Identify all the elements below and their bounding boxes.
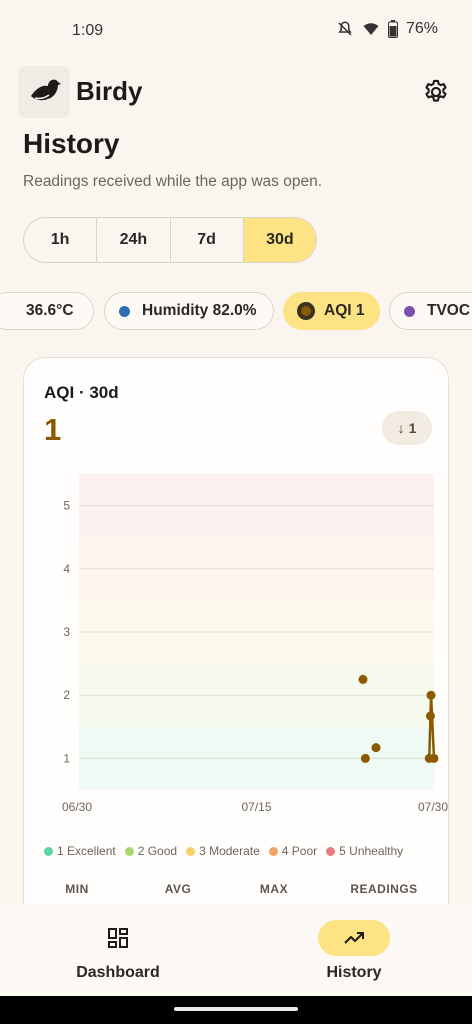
legend-item: 2 Good — [124, 844, 177, 858]
chip-tvoc[interactable]: TVOC — [389, 292, 472, 330]
data-point — [358, 674, 368, 684]
arrow-down-icon: ↓ — [397, 420, 405, 436]
app-logo — [18, 66, 70, 118]
chart-legend: 1 Excellent 2 Good 3 Moderate 4 Poor 5 U… — [44, 844, 403, 858]
data-point — [360, 753, 370, 763]
data-point — [371, 743, 381, 753]
nav-history-label: History — [326, 964, 382, 981]
stat-min-label: MIN — [65, 882, 89, 896]
app-bar: Birdy — [18, 66, 454, 120]
x-tick-label: 07/15 — [241, 800, 271, 814]
settings-gear-icon[interactable] — [422, 78, 450, 106]
data-point — [426, 690, 436, 700]
y-tick-label: 1 — [63, 751, 70, 765]
y-tick-label: 5 — [63, 499, 70, 513]
legend-item: 4 Poor — [268, 844, 317, 858]
x-tick-label: 06/30 — [62, 800, 92, 814]
range-24h-button[interactable]: 24h — [97, 218, 171, 262]
stat-max-label: MAX — [259, 882, 289, 896]
range-30d-button[interactable]: 30d — [243, 218, 316, 262]
chip-temperature-label: 36.6°C — [26, 302, 74, 319]
status-time: 1:09 — [72, 22, 104, 39]
chip-tvoc-label: TVOC — [427, 302, 471, 319]
data-point — [425, 711, 435, 721]
aqi-selected-icon — [297, 302, 315, 320]
nav-history[interactable]: History — [236, 904, 472, 996]
stat-readings-label: READINGS — [350, 882, 418, 896]
aqi-chart[interactable]: 1 2 3 4 5 06/30 07/15 07/30 — [24, 458, 450, 828]
humidity-dot-icon — [119, 305, 130, 317]
chart-card: AQI · 30d 1 ↓ 1 1 2 3 4 5 06/30 07/15 07/30 1 E… — [23, 357, 449, 957]
dashboard-icon — [108, 928, 128, 948]
legend-item: 5 Unhealthy — [326, 844, 403, 858]
tvoc-dot-icon — [404, 305, 415, 317]
data-point — [429, 753, 439, 763]
x-tick-label: 07/30 — [418, 800, 448, 814]
chip-humidity-label: Humidity 82.0% — [142, 302, 257, 319]
legend-item: 3 Moderate — [186, 844, 260, 858]
y-tick-label: 4 — [63, 562, 70, 576]
wifi-icon — [363, 23, 379, 35]
mute-icon — [338, 21, 352, 36]
app-title: Birdy — [76, 76, 143, 106]
range-1h-button[interactable]: 1h — [24, 218, 98, 262]
nav-dashboard-label: Dashboard — [76, 964, 160, 981]
chip-humidity[interactable]: Humidity 82.0% — [104, 292, 274, 330]
page-subtitle: Readings received while the app was open… — [23, 173, 322, 190]
stats-header: MIN AVG MAX READINGS — [24, 882, 450, 896]
chart-card-title: AQI · 30d — [44, 383, 119, 402]
metric-chips[interactable]: 36.6°C Humidity 82.0% AQI 1 TVOC — [0, 292, 472, 332]
battery-icon — [387, 20, 398, 38]
range-7d-button[interactable]: 7d — [171, 218, 244, 262]
bottom-navigation: Dashboard History — [0, 904, 472, 996]
y-tick-label: 3 — [63, 625, 70, 639]
gesture-bar — [0, 996, 472, 1024]
chip-temperature[interactable]: 36.6°C — [0, 292, 94, 330]
current-value: 1 — [44, 412, 62, 447]
nav-dashboard[interactable]: Dashboard — [0, 904, 236, 996]
status-bar: 1:09 76% — [0, 0, 472, 60]
bird-icon — [31, 79, 61, 103]
chip-aqi[interactable]: AQI 1 — [283, 292, 380, 330]
trend-badge: ↓ 1 — [382, 411, 432, 445]
chip-aqi-label: AQI 1 — [324, 302, 365, 319]
trend-badge-value: 1 — [408, 420, 417, 436]
trending-icon — [344, 932, 364, 944]
battery-percent: 76% — [405, 20, 438, 37]
range-selector: 1h 24h 7d 30d — [23, 217, 317, 263]
y-tick-label: 2 — [63, 688, 70, 702]
legend-item: 1 Excellent — [44, 844, 116, 858]
page-title: History — [23, 128, 120, 159]
stat-avg-label: AVG — [164, 882, 192, 896]
